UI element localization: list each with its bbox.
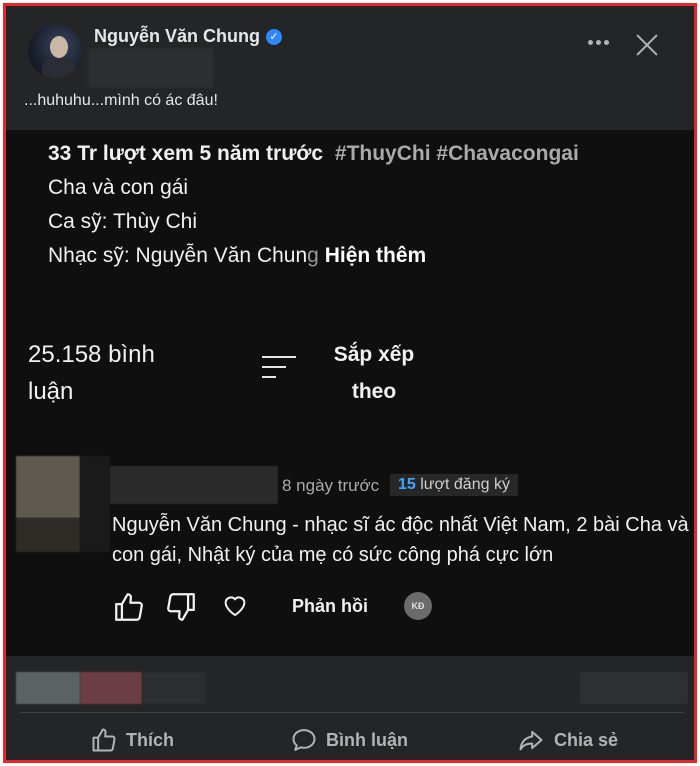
verified-check-icon: ✓ — [266, 28, 282, 45]
blurred-post-meta — [88, 48, 214, 88]
reaction-count-blurred[interactable] — [80, 672, 142, 704]
video-desc-line-3: Nhạc sỹ: Nguyễn Văn Chung Hiện thêm — [48, 244, 426, 268]
subscriber-label: lượt đăng ký — [420, 476, 510, 493]
comment-button[interactable]: Bình luận — [290, 722, 408, 758]
share-arrow-icon — [519, 730, 543, 751]
comment-count: 25.158 bình luận — [28, 341, 155, 405]
close-icon[interactable] — [634, 32, 660, 58]
video-views-age: 33 Tr lượt xem 5 năm trước — [48, 142, 324, 165]
video-desc-line-3-text: Nhạc sỹ: Nguyễn Văn Chun — [48, 244, 308, 267]
dislike-icon[interactable] — [164, 590, 198, 624]
post-card: Nguyễn Văn Chung ✓ ...huhuhu...mình có á… — [3, 3, 697, 763]
post-header: Nguyễn Văn Chung ✓ ...huhuhu...mình có á… — [6, 6, 694, 126]
video-desc-line-2: Ca sỹ: Thùy Chi — [48, 210, 197, 233]
avatar-body — [42, 58, 76, 78]
video-stats: 33 Tr lượt xem 5 năm trước #ThuyChi #Cha… — [48, 142, 579, 166]
reaction-icons-blurred[interactable] — [16, 672, 80, 704]
avatar-head — [50, 36, 68, 58]
like-button[interactable]: Thích — [90, 722, 174, 758]
action-divider — [20, 712, 684, 713]
subscriber-badge: 15 lượt đăng ký — [390, 474, 518, 496]
video-hashtags[interactable]: #ThuyChi #Chavacongai — [335, 142, 579, 165]
sort-button[interactable]: Sắp xếp theo — [324, 336, 424, 410]
commenter-name-blurred[interactable] — [110, 466, 278, 504]
author-avatar[interactable] — [28, 24, 82, 78]
subscriber-count: 15 — [398, 476, 416, 493]
reactions-row — [6, 656, 694, 712]
commenter-avatar-shadow — [80, 456, 110, 552]
thumbs-up-icon — [92, 728, 116, 752]
heart-icon[interactable] — [220, 590, 250, 620]
reply-button[interactable]: Phản hồi — [292, 596, 368, 617]
more-options-icon[interactable] — [584, 32, 612, 52]
comment-share-counts-blurred[interactable] — [580, 672, 688, 704]
youtube-screenshot: 33 Tr lượt xem 5 năm trước #ThuyChi #Cha… — [6, 130, 694, 656]
video-desc-line-3-fade: g — [307, 244, 319, 267]
creator-avatar-icon: KĐ — [404, 592, 432, 620]
comment-bubble-icon — [292, 729, 316, 751]
share-label: Chia sẻ — [554, 729, 619, 750]
like-label: Thích — [126, 729, 174, 750]
share-button[interactable]: Chia sẻ — [516, 722, 618, 758]
sort-icon[interactable] — [262, 354, 296, 384]
like-icon[interactable] — [112, 590, 146, 624]
author-name[interactable]: Nguyễn Văn Chung — [94, 26, 260, 47]
video-desc-line-1: Cha và con gái — [48, 176, 189, 199]
post-caption: ...huhuhu...mình có ác đâu! — [24, 92, 218, 109]
reaction-names-blurred — [142, 672, 206, 704]
commenter-avatar-lower — [16, 518, 80, 552]
show-more-link[interactable]: Hiện thêm — [325, 244, 427, 267]
commenter-avatar[interactable] — [16, 456, 80, 518]
comment-label: Bình luận — [326, 729, 408, 750]
comment-text: Nguyễn Văn Chung - nhạc sĩ ác độc nhất V… — [112, 514, 689, 566]
comment-time: 8 ngày trước — [282, 476, 380, 495]
author-name-row[interactable]: Nguyễn Văn Chung ✓ — [94, 26, 282, 47]
